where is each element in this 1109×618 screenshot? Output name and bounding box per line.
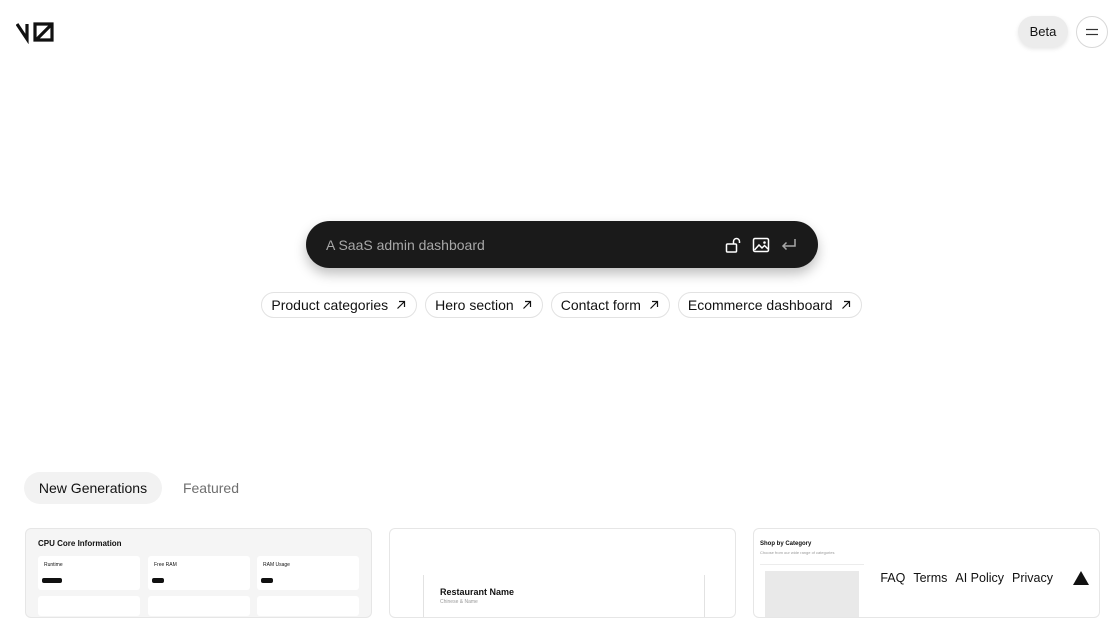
card-panel-free-ram: Free RAM [148, 556, 250, 590]
footer-link-privacy[interactable]: Privacy [1012, 571, 1053, 585]
panel-label: RAM Usage [263, 562, 290, 568]
card-panel-lower [257, 596, 359, 616]
suggestion-chips: Product categories Hero section Contact … [0, 292, 1109, 318]
card-subtitle: Choose from our wide range of categories [760, 550, 835, 555]
chip-label: Contact form [560, 297, 641, 313]
suggestion-chip-product-categories[interactable]: Product categories [261, 292, 418, 318]
lock-open-icon[interactable] [724, 236, 742, 254]
card-frame: Restaurant Name Chinese & Name [423, 575, 705, 617]
prompt-input[interactable] [326, 236, 724, 253]
tab-featured[interactable]: Featured [170, 472, 252, 504]
footer-link-ai-policy[interactable]: AI Policy [955, 571, 1004, 585]
gallery-card-restaurant[interactable]: Restaurant Name Chinese & Name [389, 528, 736, 618]
chip-label: Ecommerce dashboard [687, 297, 833, 313]
vercel-triangle-icon[interactable] [1073, 571, 1089, 585]
card-title: Restaurant Name [440, 587, 515, 597]
chip-label: Product categories [271, 297, 389, 313]
card-panel-ram-usage: RAM Usage [257, 556, 359, 590]
arrow-up-right-icon [397, 300, 406, 309]
card-image-placeholder [765, 571, 859, 617]
card-divider [760, 564, 864, 565]
card-title: CPU Core Information [38, 539, 122, 548]
gallery-card-cpu-core[interactable]: CPU Core Information Runtime Free RAM RA… [25, 528, 372, 618]
card-title: Shop by Category [760, 541, 812, 547]
panel-label: Free RAM [154, 562, 177, 568]
v0-logo-icon[interactable] [16, 20, 58, 44]
arrow-up-right-icon [649, 300, 658, 309]
chip-label: Hero section [435, 297, 514, 313]
suggestion-chip-contact-form[interactable]: Contact form [550, 292, 670, 318]
arrow-up-right-icon [841, 300, 850, 309]
footer-link-terms[interactable]: Terms [913, 571, 947, 585]
panel-label: Runtime [44, 562, 63, 568]
panel-pill [42, 578, 62, 583]
beta-badge[interactable]: Beta [1018, 16, 1068, 47]
card-panel-lower [38, 596, 140, 616]
enter-icon[interactable] [780, 236, 798, 254]
prompt-actions [724, 236, 798, 254]
footer-link-faq[interactable]: FAQ [880, 571, 905, 585]
image-icon[interactable] [752, 236, 770, 254]
menu-button[interactable] [1076, 16, 1108, 48]
suggestion-chip-ecommerce-dashboard[interactable]: Ecommerce dashboard [677, 292, 862, 318]
card-panel-lower [148, 596, 250, 616]
footer-links: FAQ Terms AI Policy Privacy [874, 571, 1089, 585]
suggestion-chip-hero-section[interactable]: Hero section [425, 292, 543, 318]
arrow-up-right-icon [522, 300, 531, 309]
card-panel-runtime: Runtime [38, 556, 140, 590]
prompt-bar [306, 221, 818, 268]
menu-icon [1086, 28, 1098, 36]
tab-new-generations[interactable]: New Generations [24, 472, 162, 504]
panel-pill [261, 578, 273, 583]
panel-pill [152, 578, 164, 583]
